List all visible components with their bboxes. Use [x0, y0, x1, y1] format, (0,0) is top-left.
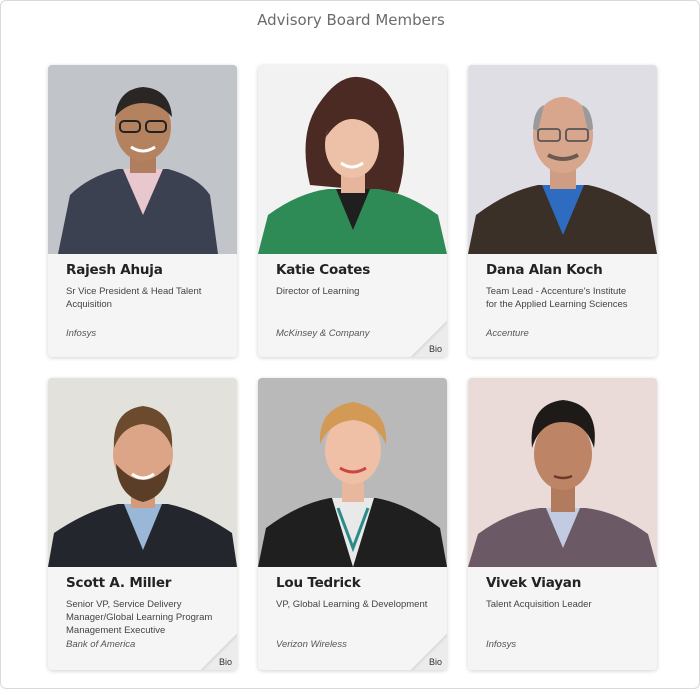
member-card[interactable]: Lou Tedrick VP, Global Learning & Develo… [258, 378, 447, 670]
member-role: Talent Acquisition Leader [486, 599, 592, 610]
member-role: Sr Vice President & Head Talent Acquisit… [66, 286, 202, 310]
page-title: Advisory Board Members [257, 11, 445, 29]
member-card[interactable]: Rajesh Ahuja Sr Vice President & Head Ta… [48, 65, 237, 357]
member-name: Katie Coates [276, 262, 371, 278]
member-grid: Rajesh Ahuja Sr Vice President & Head Ta… [48, 65, 657, 670]
member-info: Vivek Viayan Talent Acquisition Leader I… [468, 567, 657, 670]
member-card[interactable]: Vivek Viayan Talent Acquisition Leader I… [468, 378, 657, 670]
member-photo [48, 65, 237, 254]
member-card[interactable]: Dana Alan Koch Team Lead - Accenture's I… [468, 65, 657, 357]
member-photo [258, 378, 447, 567]
member-company: McKinsey & Company [276, 328, 370, 339]
member-photo [258, 65, 447, 254]
member-company: Verizon Wireless [276, 639, 347, 650]
advisory-board-panel: Advisory Board Members Rajesh Ahuja Sr V… [0, 0, 700, 689]
member-name: Dana Alan Koch [486, 262, 603, 278]
bio-link[interactable]: Bio [429, 657, 442, 667]
member-name: Rajesh Ahuja [66, 262, 163, 278]
bio-link[interactable]: Bio [219, 657, 232, 667]
member-photo [48, 378, 237, 567]
member-company: Infosys [66, 328, 97, 339]
member-company: Bank of America [66, 639, 136, 650]
member-role: VP, Global Learning & Development [276, 599, 428, 610]
member-card[interactable]: Katie Coates Director of Learning McKins… [258, 65, 447, 357]
member-info: Rajesh Ahuja Sr Vice President & Head Ta… [48, 254, 237, 357]
member-role: Team Lead - Accenture's Institute for th… [486, 286, 628, 310]
member-info: Dana Alan Koch Team Lead - Accenture's I… [468, 254, 657, 357]
member-role: Senior VP, Service Delivery Manager/Glob… [66, 599, 213, 636]
member-card[interactable]: Scott A. Miller Senior VP, Service Deliv… [48, 378, 237, 670]
member-name: Scott A. Miller [66, 575, 172, 591]
member-name: Vivek Viayan [486, 575, 582, 591]
member-company: Infosys [486, 639, 517, 650]
member-company: Accenture [486, 328, 529, 339]
member-photo [468, 378, 657, 567]
member-photo [468, 65, 657, 254]
bio-link[interactable]: Bio [429, 344, 442, 354]
member-name: Lou Tedrick [276, 575, 361, 591]
member-role: Director of Learning [276, 286, 360, 297]
